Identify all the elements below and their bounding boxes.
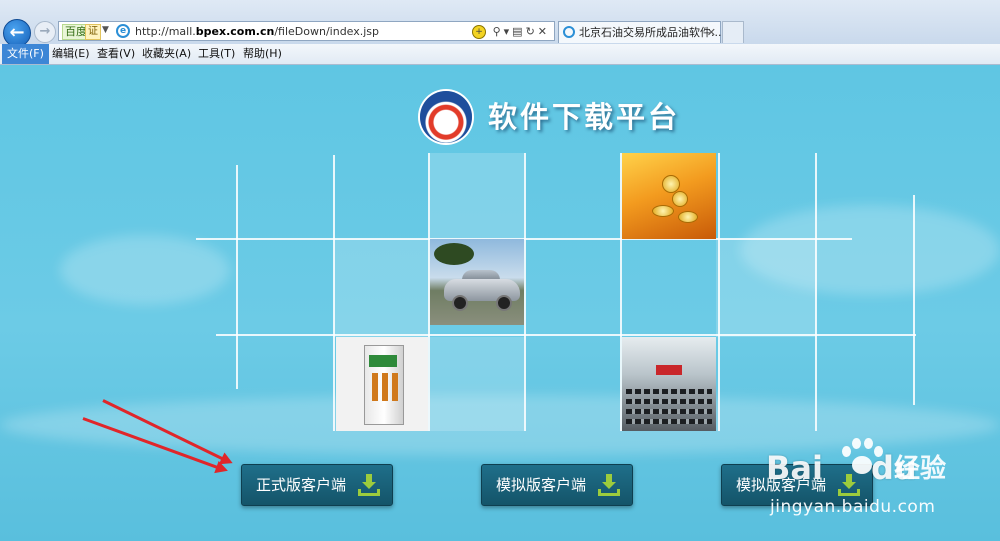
download-formal-client-button[interactable]: 正式版客户端 [241,464,393,506]
grid-line [216,334,916,336]
download-icon [598,474,620,496]
back-button[interactable]: ← [3,19,31,47]
forward-button[interactable]: → [34,21,56,43]
chevron-down-icon[interactable]: ▾ [504,25,513,38]
download-icon [358,474,380,496]
url-domain: bpex.com.cn [195,25,275,38]
new-tab-button[interactable] [722,21,744,43]
grid-line [913,195,915,405]
download-sim-client-button[interactable]: 模拟版客户端 [481,464,633,506]
stop-icon[interactable]: ✕ [538,25,550,38]
ie-icon [563,26,575,38]
address-bar[interactable]: 百度 证 ▼ e http://mall.bpex.com.cn/fileDow… [58,21,555,41]
menu-view[interactable]: 查看(V) [92,44,140,64]
compat-view-icon[interactable]: ▤ [512,25,525,38]
menu-favorites[interactable]: 收藏夹(A) [137,44,196,64]
menu-bar: 文件(F) 编辑(E) 查看(V) 收藏夹(A) 工具(T) 帮助(H) [0,44,1000,65]
url-path: /fileDown/index.jsp [274,25,380,38]
menu-help[interactable]: 帮助(H) [238,44,287,64]
button-label: 模拟版客户端 [496,476,587,494]
url-text[interactable]: http://mall.bpex.com.cn/fileDown/index.j… [135,24,379,39]
button-label: 正式版客户端 [256,476,347,494]
grid-line [815,153,817,431]
menu-file[interactable]: 文件(F) [2,44,49,64]
tab-active[interactable]: 北京石油交易所成品油软件... ✕ [558,21,722,43]
paw-icon [838,436,884,482]
coins-image [622,153,716,239]
close-icon[interactable]: ✕ [707,25,716,40]
grid-line [718,153,720,431]
browser-chrome: ← → 百度 证 ▼ e http://mall.bpex.com.cn/fil… [0,0,1000,47]
grid-cell [430,337,524,431]
page-content: 软件下载平台 正式版客户端 模拟版客户端 模拟版客户端 Bai du 经验 ji… [0,65,1000,541]
trading-hall-image [622,337,716,431]
grid-line [524,153,526,431]
grid-cell [334,239,430,337]
forward-arrow-icon: → [39,24,51,39]
chevron-down-icon[interactable]: ▼ [102,25,109,35]
certificate-tag[interactable]: 证 [85,24,101,40]
address-tools: + ⚲▾▤↻✕ [472,24,550,39]
watermark-text: 经验 [894,454,947,484]
url-prefix: http://mall. [135,25,196,38]
watermark-url: jingyan.baidu.com [770,497,936,517]
fuel-pump-image [336,337,428,431]
grid-cell [430,153,524,239]
menu-tools[interactable]: 工具(T) [193,44,240,64]
grid-line [236,165,238,389]
background-cloud [60,235,230,305]
site-logo [420,91,472,143]
ie-icon: e [116,24,130,38]
back-arrow-icon: ← [9,22,25,43]
tab-title: 北京石油交易所成品油软件... [579,26,722,39]
grid-line [333,155,335,431]
refresh-icon[interactable]: ↻ [526,25,538,38]
grid-cell [716,239,816,337]
baidu-jingyan-watermark: Bai du 经验 jingyan.baidu.com [766,432,996,522]
menu-edit[interactable]: 编辑(E) [47,44,95,64]
page-title: 软件下载平台 [488,100,681,134]
car-image [430,239,524,325]
search-icon[interactable]: ⚲ [493,25,504,38]
compatibility-icon[interactable]: + [472,25,487,39]
